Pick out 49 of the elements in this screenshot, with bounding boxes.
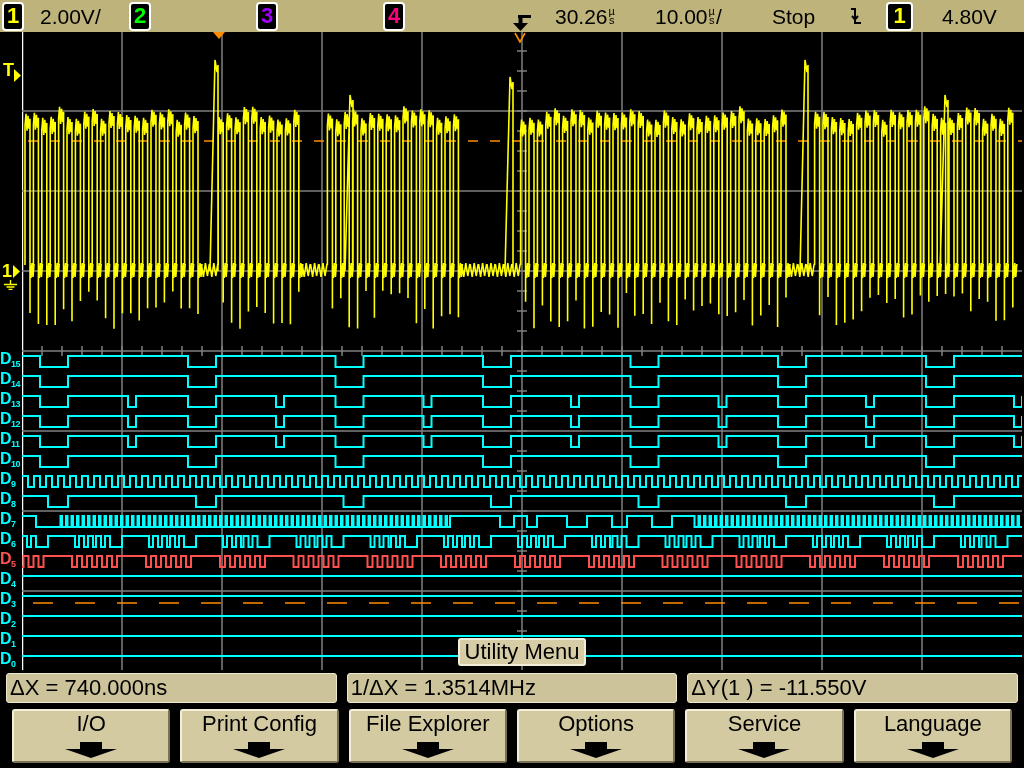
digital-channel-label: D$_{10}$ <box>0 450 21 467</box>
measurement-readout: ΔX = 740.000ns <box>6 673 337 703</box>
digital-channel-label: D$_{11}$ <box>0 430 20 447</box>
softkey-button[interactable]: Language <box>853 709 1012 763</box>
volts-per-division-readout: 2.00V/ <box>40 5 101 27</box>
digital-channel-label: D$_{7}$ <box>0 510 16 527</box>
channel-number: 4 <box>387 7 401 25</box>
down-arrow-icon <box>65 742 118 758</box>
digital-channel-label: D$_{9}$ <box>0 470 16 487</box>
triangle-marker-icon <box>213 32 225 39</box>
channel-number: 1 <box>6 7 20 25</box>
digital-channel-label: D$_{8}$ <box>0 490 16 507</box>
digital-channel-label: D$_{5}$ <box>0 550 16 567</box>
channel-ground-label: 1 <box>2 262 12 280</box>
falling-edge-icon <box>850 6 862 26</box>
softkey-button[interactable]: Print Config <box>180 709 339 763</box>
ground-icon <box>4 280 17 290</box>
pointer-triangle-icon <box>13 264 20 278</box>
digital-channel-label: D$_{2}$ <box>0 610 16 627</box>
outline-triangle-marker-icon <box>514 32 526 43</box>
digital-channel-label: D$_{12}$ <box>0 410 21 427</box>
bent-arrow-icon <box>513 15 531 31</box>
down-arrow-icon <box>570 742 623 758</box>
channel-number: 2 <box>133 7 147 25</box>
channel-number: 3 <box>260 7 274 25</box>
measurement-readout: 1/ΔX = 1.3514MHz <box>346 673 678 703</box>
softkey-button[interactable]: File Explorer <box>348 709 507 763</box>
down-arrow-icon <box>906 742 959 758</box>
softkey-button[interactable]: I/O <box>12 709 171 763</box>
menu-title: Utility Menu <box>458 638 586 666</box>
digital-channel-label: D$_{6}$ <box>0 530 16 547</box>
digital-channel-label: D$_{13}$ <box>0 390 21 407</box>
run-state-text: Stop <box>772 5 816 27</box>
digital-channel-label: D$_{15}$ <box>0 350 21 367</box>
trigger-level-readout: 4.80V <box>941 5 997 27</box>
digital-channel-label: D$_{14}$ <box>0 370 21 387</box>
softkey-button[interactable]: Service <box>685 709 844 763</box>
down-arrow-icon <box>401 742 454 758</box>
down-arrow-icon <box>738 742 791 758</box>
trigger-level-label: T <box>3 61 14 79</box>
digital-channel-label: D$_{3}$ <box>0 590 16 607</box>
pointer-triangle-icon <box>14 69 21 82</box>
digital-channel-label: D$_{0}$ <box>0 650 16 667</box>
channel-number: 1 <box>893 7 906 25</box>
digital-channel-label: D$_{4}$ <box>0 570 16 587</box>
measurement-readout: ΔY(1 ) = -11.550V <box>687 673 1018 703</box>
digital-channel-label: D$_{1}$ <box>0 630 16 647</box>
down-arrow-icon <box>233 742 286 758</box>
softkey-button[interactable]: Options <box>517 709 676 763</box>
